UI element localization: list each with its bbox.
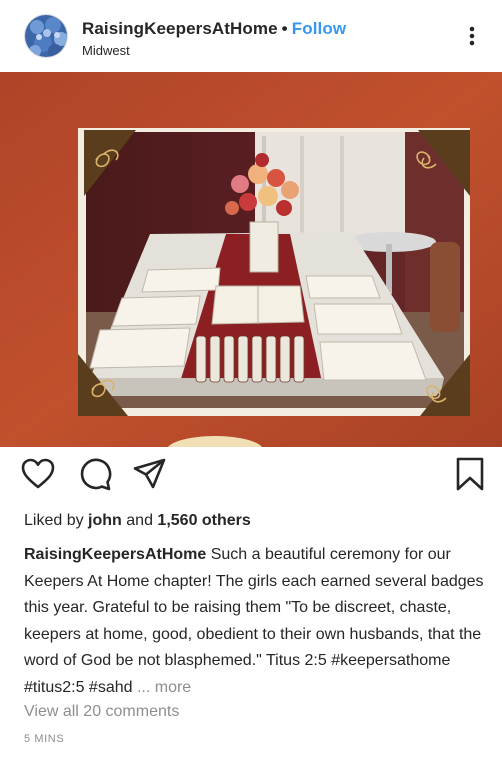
heart-icon[interactable] [20,456,56,497]
username-line: RaisingKeepersAtHome • Follow [82,19,346,39]
likes-line: Liked by john and 1,560 others [24,512,251,530]
post-header: RaisingKeepersAtHome • Follow Midwest [0,0,502,72]
bookmark-icon[interactable] [452,456,488,497]
action-bar [0,456,502,504]
avatar[interactable] [24,14,68,58]
likes-and: and [126,512,153,529]
separator-dot: • [281,19,288,38]
location-label[interactable]: Midwest [82,43,130,58]
more-options-icon[interactable] [464,24,480,52]
timestamp: 5 MINS [24,733,65,745]
likes-prefix: Liked by [24,512,84,529]
share-icon[interactable] [132,456,168,497]
post-caption: RaisingKeepersAtHome Such a beautiful ce… [24,542,484,701]
caption-username-link[interactable]: RaisingKeepersAtHome [24,546,206,563]
liked-by-user-link[interactable]: john [88,512,122,529]
caption-more-link[interactable]: ... more [137,679,191,696]
follow-button[interactable]: Follow [292,19,346,38]
caption-text: Such a beautiful ceremony for our Keeper… [24,546,484,696]
view-comments-link[interactable]: View all 20 comments [24,703,179,721]
comment-icon[interactable] [77,456,113,497]
post-photo[interactable] [0,72,502,447]
username-link[interactable]: RaisingKeepersAtHome [82,19,278,38]
likes-count-link[interactable]: 1,560 others [157,512,250,529]
